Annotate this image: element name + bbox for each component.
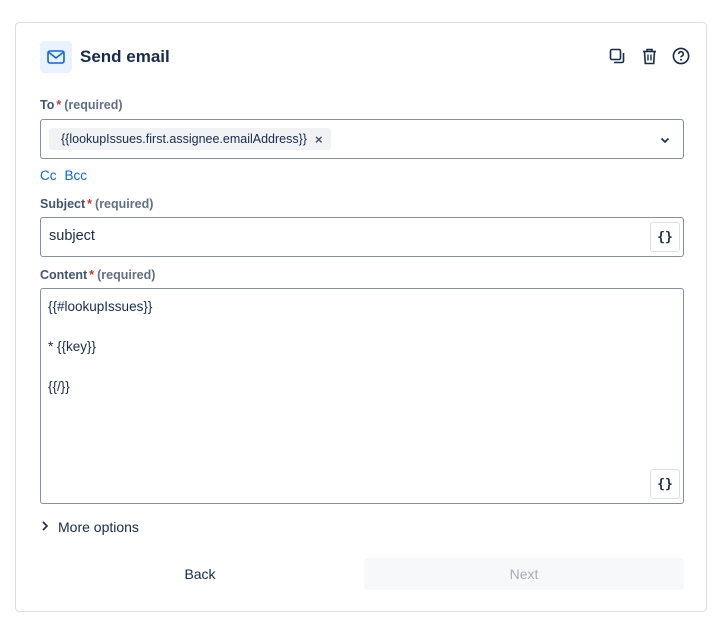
trash-icon[interactable] <box>638 45 660 67</box>
bcc-link[interactable]: Bcc <box>65 168 88 183</box>
recipient-tag: {{lookupIssues.first.assignee.emailAddre… <box>49 128 331 150</box>
page-title: Send email <box>80 47 170 66</box>
remove-tag-icon[interactable]: × <box>315 132 323 147</box>
content-text: {{#lookupIssues}} * {{key}} {{/}} <box>48 297 152 397</box>
content-line: {{/}} <box>48 379 70 394</box>
back-button[interactable]: Back <box>40 558 360 590</box>
content-line: {{#lookupIssues}} <box>48 299 153 314</box>
content-textarea[interactable]: {{#lookupIssues}} * {{key}} {{/}} {} <box>40 288 684 504</box>
header-actions <box>606 45 692 67</box>
content-line: * {{key}} <box>48 339 97 354</box>
header: Send email <box>40 41 170 73</box>
mail-icon <box>40 41 72 73</box>
recipient-tag-label: {{lookupIssues.first.assignee.emailAddre… <box>61 132 307 146</box>
send-email-card: Send email To * (required) {{lookupIssue… <box>15 22 707 612</box>
more-options-toggle[interactable]: More options <box>40 519 139 535</box>
content-insert-variable-button[interactable]: {} <box>650 469 680 499</box>
to-label: To * (required) <box>40 98 123 112</box>
content-line <box>48 357 152 377</box>
chevron-down-icon[interactable] <box>659 133 671 151</box>
cc-bcc-links: Cc Bcc <box>40 168 87 183</box>
subject-insert-variable-button[interactable]: {} <box>650 222 680 252</box>
content-label: Content * (required) <box>40 268 156 282</box>
subject-field: {} <box>40 217 684 257</box>
help-icon[interactable] <box>670 45 692 67</box>
subject-label: Subject * (required) <box>40 197 154 211</box>
duplicate-icon[interactable] <box>606 45 628 67</box>
subject-input[interactable] <box>47 227 641 245</box>
cc-link[interactable]: Cc <box>40 168 57 183</box>
chevron-right-icon <box>40 519 50 535</box>
content-line <box>48 317 152 337</box>
next-button: Next <box>364 558 684 590</box>
to-field[interactable]: {{lookupIssues.first.assignee.emailAddre… <box>40 119 684 159</box>
more-options-label: More options <box>58 519 139 535</box>
